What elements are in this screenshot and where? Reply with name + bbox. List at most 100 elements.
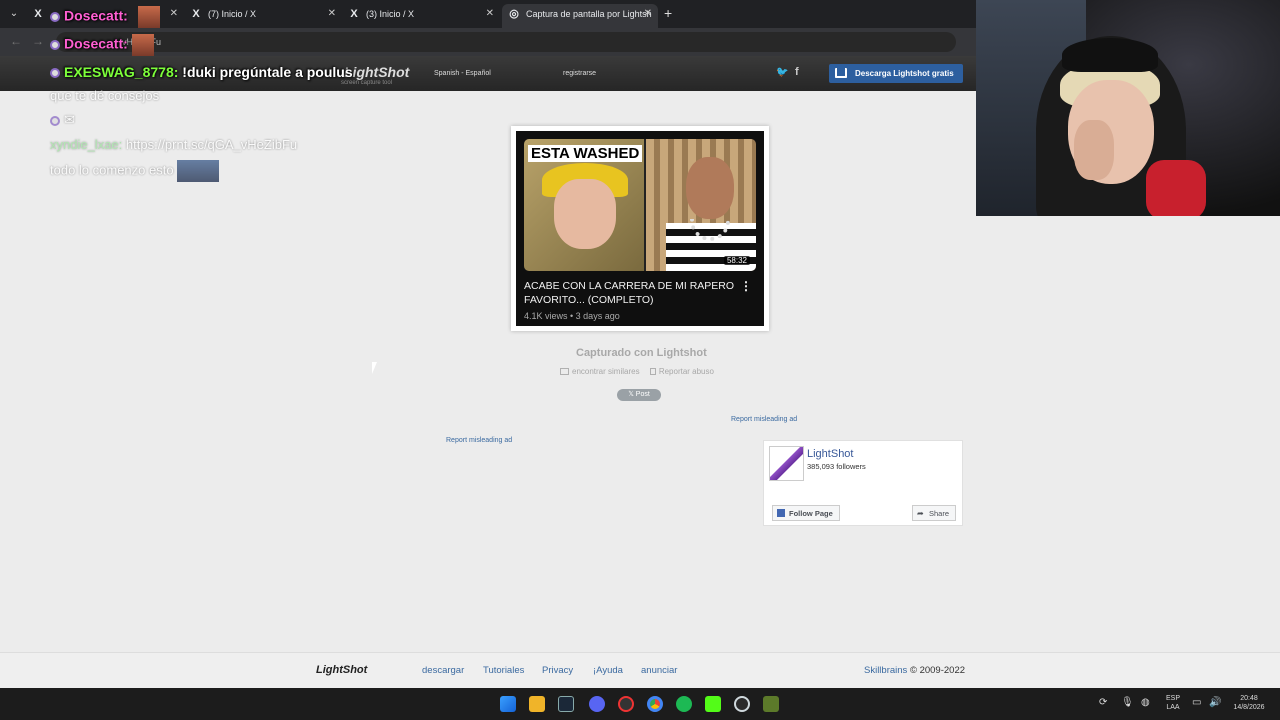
clock[interactable]: 20:48 14/8/2026 [1226, 694, 1272, 712]
footer-link-advertise[interactable]: anunciar [641, 665, 677, 676]
video-title: ACABE CON LA CARRERA DE MI RAPERO FAVORI… [524, 280, 735, 306]
face-right [686, 157, 734, 219]
chat-message-2: Dosecatt: [50, 34, 154, 56]
tab-2[interactable]: X (7) Inicio / X ✕ [184, 4, 342, 28]
twitter-icon[interactable]: 🐦 [776, 67, 788, 79]
cap [1062, 38, 1158, 72]
microphone-icon[interactable]: 🎙 [1121, 697, 1134, 708]
chat-text: que te dé consejos [50, 88, 160, 103]
lightshot-logo[interactable]: LightShot [344, 64, 409, 80]
footer-link-download[interactable]: descargar [422, 665, 464, 676]
mail-emote-icon: ✉ [64, 112, 75, 127]
red-shirt [1146, 160, 1206, 216]
chat-username: Dosecatt: [64, 35, 128, 52]
mouse-cursor-icon [372, 362, 377, 374]
image-actions: encontrar similares Reportar abuso [560, 367, 722, 376]
new-tab-icon[interactable]: + [664, 6, 672, 20]
image-icon [560, 368, 569, 375]
tab-3[interactable]: X (3) Inicio / X ✕ [342, 4, 500, 28]
download-button[interactable]: Descarga Lightshot gratis [829, 64, 963, 83]
footer-link-tutorials[interactable]: Tutoriales [483, 665, 524, 676]
close-icon[interactable]: ✕ [486, 4, 494, 24]
x-logo-icon: X [192, 8, 200, 20]
post-label: Post [635, 391, 650, 398]
discord-icon[interactable] [589, 696, 605, 712]
chat-message-6: xyndie_lxae: https://prnt.sc/qGA_vHeZibF… [50, 137, 297, 152]
emote-icon [177, 160, 220, 182]
report-ad-link-1[interactable]: Report misleading ad [731, 416, 797, 423]
steam-icon[interactable] [558, 696, 574, 712]
chat-badge-icon [50, 12, 60, 22]
more-options-icon: ⋮ [740, 279, 752, 293]
chat-username: EXESWAG_8778: [64, 64, 179, 80]
chat-message-5: ✉ [50, 112, 75, 128]
register-link[interactable]: registrarse [563, 70, 596, 77]
language-indicator[interactable]: ESP LAA [1163, 694, 1183, 712]
video-meta: 4.1K views • 3 days ago [524, 311, 620, 321]
tab-2-label: (7) Inicio / X [208, 9, 257, 19]
url-input[interactable]: vHeZibFu [56, 32, 956, 52]
tab-search-icon[interactable]: ⌄ [6, 6, 22, 22]
download-icon [835, 68, 847, 78]
forward-icon[interactable]: → [32, 34, 44, 48]
footer-link-privacy[interactable]: Privacy [542, 665, 573, 676]
footer-link-help[interactable]: ¡Ayuda [593, 665, 623, 676]
facebook-icon[interactable]: f [795, 66, 799, 78]
report-abuse-label: Reportar abuso [658, 367, 714, 376]
x-logo-icon: X [350, 8, 358, 20]
copyright: Skillbrains © 2009-2022 [864, 665, 965, 676]
find-similar-link[interactable]: encontrar similares [560, 367, 640, 376]
chat-message-3: EXESWAG_8778: !duki pregúntale a poulus [50, 64, 353, 80]
spotify-icon[interactable] [676, 696, 692, 712]
thumbnail-caption: ESTA WASHED [528, 145, 643, 162]
volume-icon[interactable]: 🔊 [1209, 697, 1221, 708]
chat-text: todo lo comenzo esto [50, 162, 174, 178]
kick-icon[interactable] [705, 696, 721, 712]
globe-icon: ◎ [509, 8, 519, 20]
chat-message-4: que te dé consejos [50, 88, 159, 103]
x-logo-icon: X [34, 8, 42, 20]
back-icon[interactable]: ← [10, 34, 22, 48]
close-icon[interactable]: ✕ [170, 4, 178, 24]
clock-time: 20:48 [1240, 695, 1258, 702]
copyright-years: © 2009-2022 [909, 665, 966, 676]
obs-icon[interactable] [618, 696, 634, 712]
tab-3-label: (3) Inicio / X [366, 9, 415, 19]
logo-subtitle: screen capture tool [341, 80, 393, 86]
chat-badge-icon [50, 115, 60, 126]
chat-badge-icon [50, 68, 60, 79]
report-abuse-link[interactable]: Reportar abuso [649, 367, 714, 376]
emote-icon [131, 34, 154, 56]
lightshot-avatar[interactable] [769, 446, 804, 481]
x-post-button[interactable]: 𝕏 Post [617, 389, 661, 401]
lang-top: ESP [1165, 695, 1180, 702]
refresh-icon[interactable]: ⟳ [1099, 697, 1107, 708]
ccleaner-icon[interactable] [734, 696, 750, 712]
share-button[interactable]: Share [911, 505, 956, 521]
video-thumbnail: ESTA WASHED 58:32 [524, 139, 756, 271]
fb-followers: 385,093 followers [807, 462, 866, 471]
chrome-icon[interactable] [647, 696, 663, 712]
windows-start-icon[interactable] [500, 696, 516, 712]
facebook-page-widget: LightShot 385,093 followers Follow Page … [763, 440, 963, 526]
fb-page-name[interactable]: LightShot [807, 448, 853, 460]
app-icon[interactable] [763, 696, 779, 712]
screenshot-image[interactable]: ESTA WASHED 58:32 ACABE CON LA CARRERA D… [516, 131, 764, 326]
close-icon[interactable]: ✕ [328, 4, 336, 24]
network-icon[interactable]: ◍ [1141, 697, 1150, 708]
chat-message-7: todo lo comenzo esto [50, 160, 220, 182]
skillbrains-link[interactable]: Skillbrains [864, 665, 907, 676]
emote-icon [137, 6, 160, 28]
report-ad-link-2[interactable]: Report misleading ad [446, 437, 512, 444]
display-icon[interactable]: ▭ [1192, 697, 1201, 708]
file-explorer-icon[interactable] [529, 696, 545, 712]
face-left [554, 179, 616, 249]
tab-4-active[interactable]: ◎ Captura de pantalla por Lightsh ✕ [502, 4, 658, 28]
footer-logo[interactable]: LightShot [316, 664, 367, 676]
follow-page-button[interactable]: Follow Page [772, 505, 840, 521]
windows-taskbar: ⟳ 🎙 ◍ ESP LAA ▭ 🔊 20:48 14/8/2026 [0, 688, 1280, 720]
close-icon[interactable]: ✕ [644, 4, 652, 24]
chat-message-1: Dosecatt: [50, 6, 160, 28]
flag-icon [649, 368, 656, 375]
language-select[interactable]: Spanish - Español [434, 70, 491, 77]
